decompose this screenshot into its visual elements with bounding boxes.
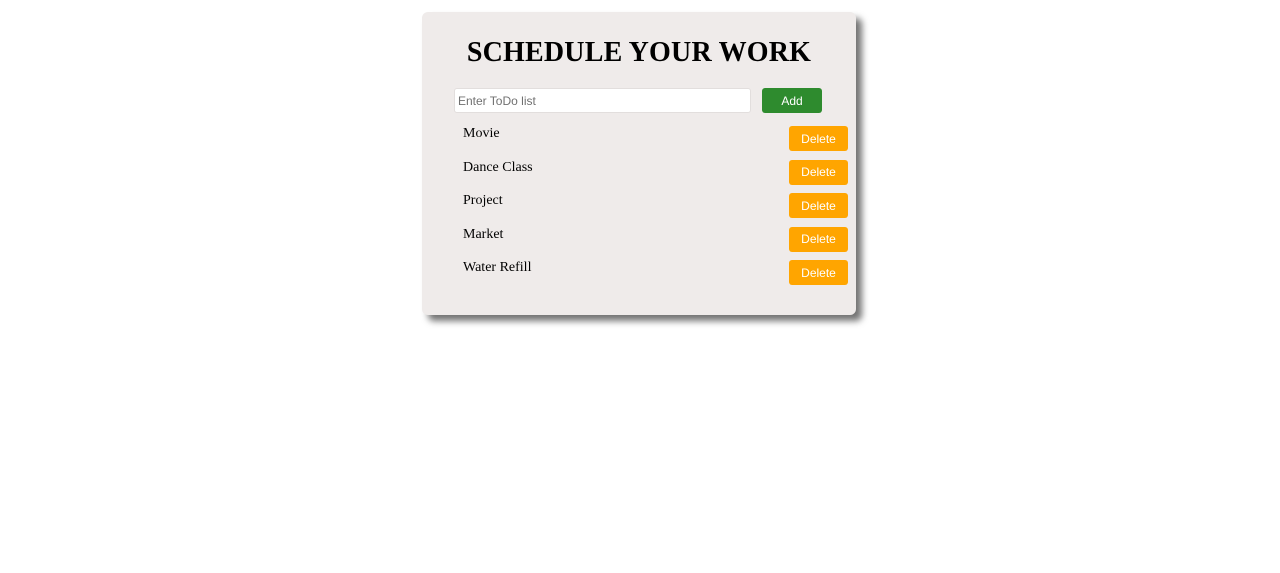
todo-input[interactable] [454, 88, 751, 113]
page-title: SCHEDULE YOUR WORK [466, 37, 812, 68]
todo-item-text: Water Refill [463, 260, 532, 275]
delete-button[interactable]: Delete [789, 193, 848, 218]
list-item: Water Refill Delete [422, 259, 856, 293]
todo-item-text: Market [463, 226, 504, 242]
list-item: Project Delete [422, 192, 856, 226]
todo-item-text: Movie [463, 126, 500, 141]
delete-button[interactable]: Delete [789, 159, 848, 185]
delete-button[interactable]: Delete [789, 126, 848, 151]
list-item: Market Delete [422, 226, 856, 260]
todo-card: SCHEDULE YOUR WORK Add Movie Delete Danc… [422, 12, 856, 315]
todo-item-text: Dance Class [463, 159, 533, 175]
todo-list: Movie Delete Dance Class Delete Project … [422, 125, 856, 293]
list-item: Dance Class Delete [422, 159, 856, 193]
delete-button[interactable]: Delete [789, 260, 848, 285]
add-button[interactable]: Add [762, 88, 822, 113]
todo-item-text: Project [463, 193, 503, 208]
delete-button[interactable]: Delete [789, 226, 848, 252]
list-item: Movie Delete [422, 125, 856, 159]
